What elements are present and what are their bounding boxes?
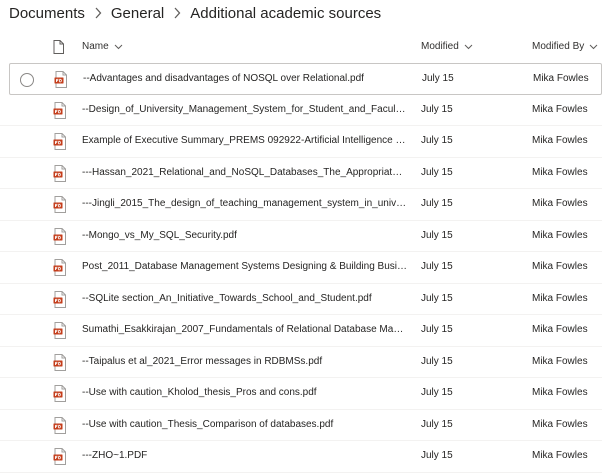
document-icon[interactable] xyxy=(53,40,64,54)
modified-date: July 15 xyxy=(421,418,453,430)
file-name-link[interactable]: --Advantages and disadvantages of NOSQL … xyxy=(83,73,408,84)
modified-date: July 15 xyxy=(421,450,453,461)
modified-date: July 15 xyxy=(422,73,454,84)
file-row[interactable]: --Mongo_vs_My_SQL_Security.pdf July 15 Mik… xyxy=(0,221,602,252)
pdf-file-icon xyxy=(53,101,67,119)
file-row[interactable]: --Advantages and disadvantages of NOSQL … xyxy=(9,63,602,95)
modified-date: July 15 xyxy=(421,355,453,367)
modified-date: July 15 xyxy=(421,261,453,272)
column-header-modified-by-label: Modified By xyxy=(532,41,585,52)
modified-date: July 15 xyxy=(421,387,453,398)
file-row[interactable]: --Design_of_University_Management_System… xyxy=(0,95,602,126)
row-select-radio[interactable] xyxy=(20,73,34,87)
file-name-link[interactable]: --Mongo_vs_My_SQL_Security.pdf xyxy=(82,230,407,241)
pdf-file-icon xyxy=(53,133,67,150)
modified-by: Mika Fowles xyxy=(532,135,588,146)
list-header: Name Modified Modified By xyxy=(0,35,602,61)
modified-by: Mika Fowles xyxy=(532,355,588,367)
file-row[interactable]: ---ZHO~1.PDF July 15 Mika Fowles xyxy=(0,441,602,473)
file-name-link[interactable]: ---Jingli_2015_The_design_of_teaching_ma… xyxy=(82,198,407,209)
modified-by: Mika Fowles xyxy=(532,103,588,115)
chevron-down-icon xyxy=(114,44,123,50)
pdf-file-icon xyxy=(53,290,67,308)
file-name-link[interactable]: --Use with caution_Thesis_Comparison of … xyxy=(82,419,407,430)
modified-date: July 15 xyxy=(421,324,453,335)
column-header-modified[interactable]: Modified xyxy=(421,41,473,52)
column-header-modified-label: Modified xyxy=(421,41,459,52)
modified-by: Mika Fowles xyxy=(532,418,588,430)
modified-by: Mika Fowles xyxy=(532,261,588,272)
pdf-file-icon xyxy=(53,416,67,434)
file-name-link[interactable]: Sumathi_Esakkirajan_2007_Fundamentals of… xyxy=(82,324,407,335)
breadcrumb: Documents General Additional academic so… xyxy=(9,3,381,23)
file-row[interactable]: --Use with caution_Thesis_Comparison of … xyxy=(0,410,602,441)
file-row[interactable]: ---Hassan_2021_Relational_and_NoSQL_Data… xyxy=(0,158,602,189)
file-name-link[interactable]: --Design_of_University_Management_System… xyxy=(82,104,407,115)
pdf-file-icon xyxy=(53,164,67,182)
column-header-name-label: Name xyxy=(82,41,109,52)
file-name-link[interactable]: ---Hassan_2021_Relational_and_NoSQL_Data… xyxy=(82,167,407,178)
modified-by: Mika Fowles xyxy=(532,450,588,461)
file-name-link[interactable]: --SQLite section_An_Initiative_Towards_S… xyxy=(82,293,407,304)
modified-date: July 15 xyxy=(421,229,453,241)
file-row[interactable]: Sumathi_Esakkirajan_2007_Fundamentals of… xyxy=(0,315,602,347)
modified-by: Mika Fowles xyxy=(533,73,589,84)
file-row[interactable]: --Taipalus et al_2021_Error messages in … xyxy=(0,347,602,378)
modified-date: July 15 xyxy=(421,103,453,115)
file-name-link[interactable]: --Taipalus et al_2021_Error messages in … xyxy=(82,356,407,367)
chevron-right-icon xyxy=(94,7,102,19)
file-row[interactable]: Example of Executive Summary_PREMS 09292… xyxy=(0,126,602,158)
file-row[interactable]: --SQLite section_An_Initiative_Towards_S… xyxy=(0,284,602,315)
modified-by: Mika Fowles xyxy=(532,387,588,398)
file-name-link[interactable]: --Use with caution_Kholod_thesis_Pros an… xyxy=(82,387,407,398)
modified-date: July 15 xyxy=(421,166,453,178)
pdf-file-icon xyxy=(54,71,68,88)
breadcrumb-general[interactable]: General xyxy=(111,5,164,22)
breadcrumb-documents[interactable]: Documents xyxy=(9,5,85,22)
file-row[interactable]: --Use with caution_Kholod_thesis_Pros an… xyxy=(0,378,602,410)
file-row[interactable]: ---Jingli_2015_The_design_of_teaching_ma… xyxy=(0,189,602,221)
pdf-file-icon xyxy=(53,196,67,213)
modified-date: July 15 xyxy=(421,135,453,146)
modified-by: Mika Fowles xyxy=(532,198,588,209)
modified-by: Mika Fowles xyxy=(532,292,588,304)
file-list: --Advantages and disadvantages of NOSQL … xyxy=(0,63,602,473)
file-name-link[interactable]: Example of Executive Summary_PREMS 09292… xyxy=(82,135,407,146)
modified-by: Mika Fowles xyxy=(532,229,588,241)
modified-by: Mika Fowles xyxy=(532,166,588,178)
pdf-file-icon xyxy=(53,448,67,465)
pdf-file-icon xyxy=(53,385,67,402)
column-header-modified-by[interactable]: Modified By xyxy=(532,41,598,52)
file-row[interactable]: Post_2011_Database Management Systems De… xyxy=(0,252,602,284)
file-name-link[interactable]: ---ZHO~1.PDF xyxy=(82,450,407,461)
modified-by: Mika Fowles xyxy=(532,324,588,335)
chevron-down-icon xyxy=(464,44,473,50)
column-header-name[interactable]: Name xyxy=(82,41,123,52)
chevron-right-icon xyxy=(173,7,181,19)
breadcrumb-current: Additional academic sources xyxy=(190,4,382,22)
pdf-file-icon xyxy=(53,353,67,371)
modified-date: July 15 xyxy=(421,292,453,304)
pdf-file-icon xyxy=(53,259,67,276)
pdf-file-icon xyxy=(53,322,67,339)
file-name-link[interactable]: Post_2011_Database Management Systems De… xyxy=(82,261,407,272)
pdf-file-icon xyxy=(53,227,67,245)
chevron-down-icon xyxy=(589,44,598,50)
modified-date: July 15 xyxy=(421,198,453,209)
